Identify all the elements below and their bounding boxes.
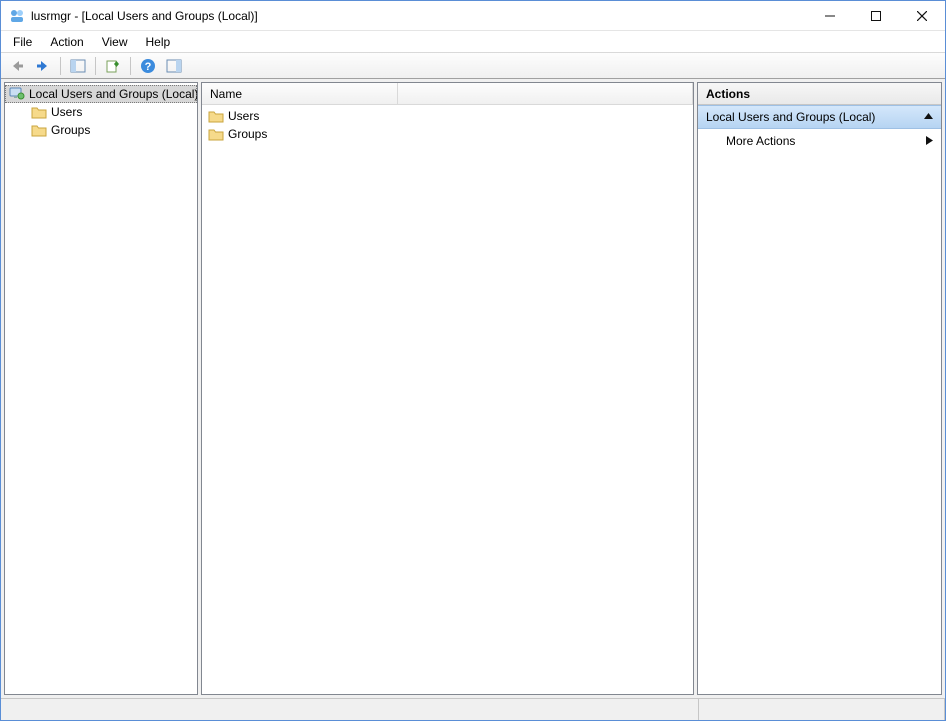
list-pane: Name Users Groups [201,82,694,695]
tree-item-groups[interactable]: Groups [5,121,197,139]
toolbar: ? [1,52,945,79]
folder-icon [31,123,47,137]
tree-item-label: Groups [51,123,90,137]
list-item-groups[interactable]: Groups [202,125,693,143]
back-button[interactable] [5,55,29,77]
close-button[interactable] [899,1,945,31]
toolbar-separator [130,57,131,75]
help-button[interactable]: ? [136,55,160,77]
menubar: File Action View Help [1,31,945,52]
tree-item-label: Users [51,105,82,119]
actions-section-heading[interactable]: Local Users and Groups (Local) [698,105,941,129]
main-area: Local Users and Groups (Local) Users Gro… [1,79,945,698]
app-icon [9,8,25,24]
list-item-users[interactable]: Users [202,107,693,125]
window-title: lusrmgr - [Local Users and Groups (Local… [31,9,258,23]
computer-icon [9,86,25,103]
list-item-label: Groups [228,127,267,141]
toolbar-separator [95,57,96,75]
menu-view[interactable]: View [94,33,136,51]
list-item-label: Users [228,109,259,123]
collapse-icon [924,110,933,124]
folder-icon [31,105,47,119]
status-cell [1,699,699,720]
tree-item-users[interactable]: Users [5,103,197,121]
status-cell [699,699,945,720]
col-spacer [398,83,693,104]
show-hide-action-pane-button[interactable] [162,55,186,77]
list-header: Name [202,83,693,105]
col-name[interactable]: Name [202,83,398,104]
actions-more[interactable]: More Actions [698,129,941,153]
tree-root-label: Local Users and Groups (Local) [29,87,198,101]
menu-action[interactable]: Action [42,33,91,51]
tree-root[interactable]: Local Users and Groups (Local) [5,85,197,103]
folder-icon [208,127,224,141]
svg-text:?: ? [145,61,152,73]
maximize-button[interactable] [853,1,899,31]
folder-icon [208,109,224,123]
export-list-button[interactable] [101,55,125,77]
toolbar-separator [60,57,61,75]
actions-pane: Actions Local Users and Groups (Local) M… [697,82,942,695]
actions-title: Actions [698,83,941,105]
minimize-button[interactable] [807,1,853,31]
tree-pane: Local Users and Groups (Local) Users Gro… [4,82,198,695]
actions-more-label: More Actions [726,134,795,148]
submenu-arrow-icon [926,134,933,148]
show-hide-tree-button[interactable] [66,55,90,77]
statusbar [1,698,945,720]
menu-help[interactable]: Help [138,33,179,51]
titlebar: lusrmgr - [Local Users and Groups (Local… [1,1,945,31]
actions-section-label: Local Users and Groups (Local) [706,110,875,124]
forward-button[interactable] [31,55,55,77]
menu-file[interactable]: File [5,33,40,51]
